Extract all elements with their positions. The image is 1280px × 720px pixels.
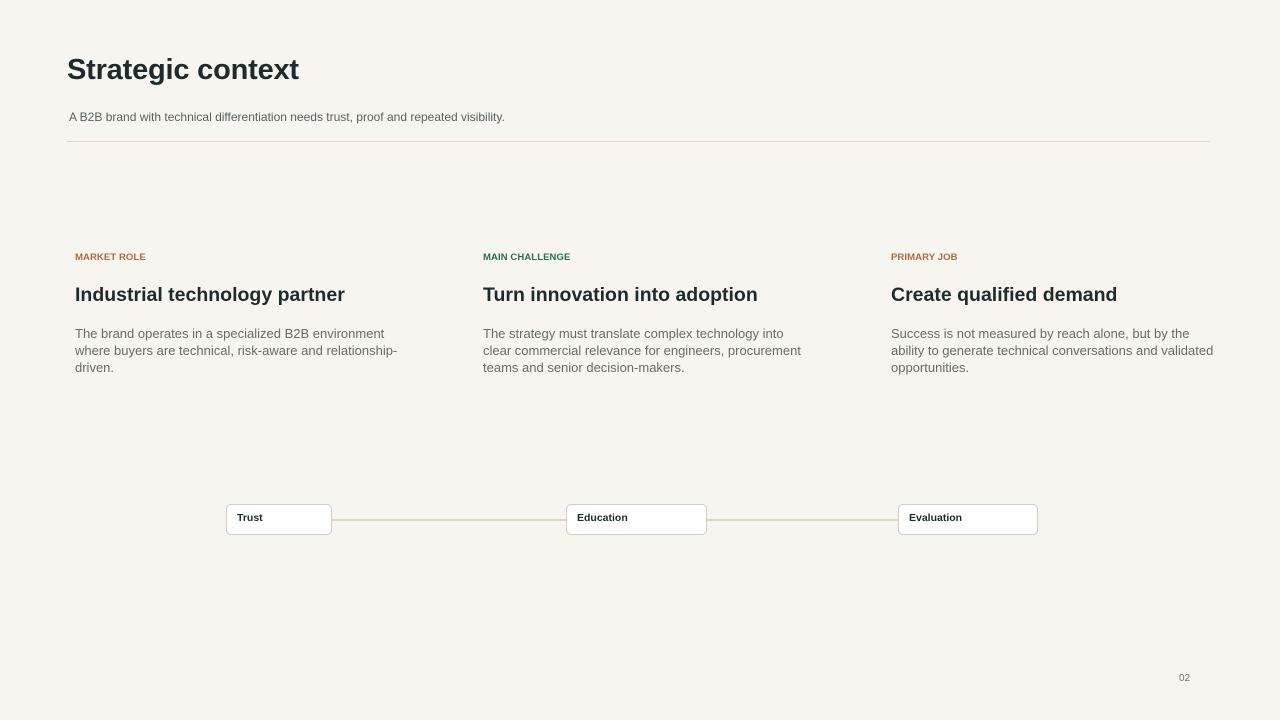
column-heading: Turn innovation into adoption	[483, 284, 758, 306]
column-heading: Create qualified demand	[891, 284, 1118, 306]
journey-stage-education: Education	[566, 504, 707, 535]
journey-connector	[331, 519, 567, 521]
slide-title: Strategic context	[67, 54, 299, 86]
column-body: The brand operates in a specialized B2B …	[75, 326, 398, 375]
column-market-role: MARKET ROLE Industrial technology partne…	[75, 252, 405, 376]
journey-stage-label: Evaluation	[909, 512, 963, 524]
column-label: MAIN CHALLENGE	[483, 252, 571, 263]
column-body: Success is not measured by reach alone, …	[891, 326, 1214, 375]
column-label: MARKET ROLE	[75, 252, 146, 263]
column-label: PRIMARY JOB	[891, 252, 958, 263]
journey-stage-label: Trust	[237, 512, 263, 524]
journey-connector	[706, 519, 899, 521]
slide-subtitle: A B2B brand with technical differentiati…	[69, 110, 505, 124]
title-divider	[67, 141, 1210, 142]
column-primary-job: PRIMARY JOB Create qualified demand Succ…	[891, 252, 1221, 376]
column-heading: Industrial technology partner	[75, 284, 345, 306]
column-main-challenge: MAIN CHALLENGE Turn innovation into adop…	[483, 252, 813, 376]
column-body: The strategy must translate complex tech…	[483, 326, 801, 375]
journey-stage-label: Education	[577, 512, 628, 524]
journey-stage-evaluation: Evaluation	[898, 504, 1038, 535]
page-number: 02	[1179, 673, 1191, 684]
journey-stage-trust: Trust	[226, 504, 332, 535]
